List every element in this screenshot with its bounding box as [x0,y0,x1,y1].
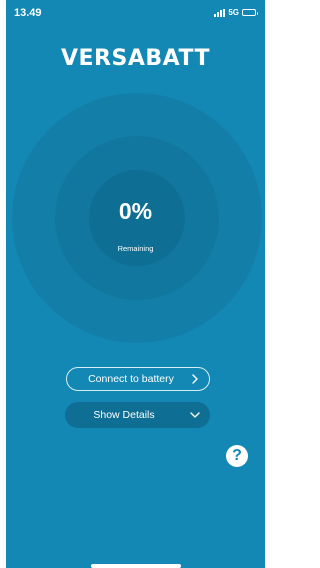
chevron-down-icon [190,412,200,418]
remaining-caption: Remaining [117,244,154,253]
home-indicator [91,564,181,568]
status-bar: 13.49 5G [6,0,265,26]
status-indicators: 5G [214,8,258,17]
chevron-right-icon [192,374,198,384]
battery-percent: 0% [118,198,153,224]
signal-bars-icon [214,8,226,17]
brand-logo: VERSABATT [61,46,210,71]
app-screen: 13.49 5G VERSABATT 0% Remaining Connect … [6,0,265,568]
connect-battery-button[interactable]: Connect to battery [66,367,210,391]
help-question-icon[interactable]: ? [226,445,248,467]
show-details-button[interactable]: Show Details [65,402,210,428]
show-details-label: Show Details [93,409,155,421]
status-time: 13.49 [14,7,42,19]
connect-battery-label: Connect to battery [88,373,174,385]
network-type: 5G [228,8,239,17]
battery-icon [242,9,258,16]
